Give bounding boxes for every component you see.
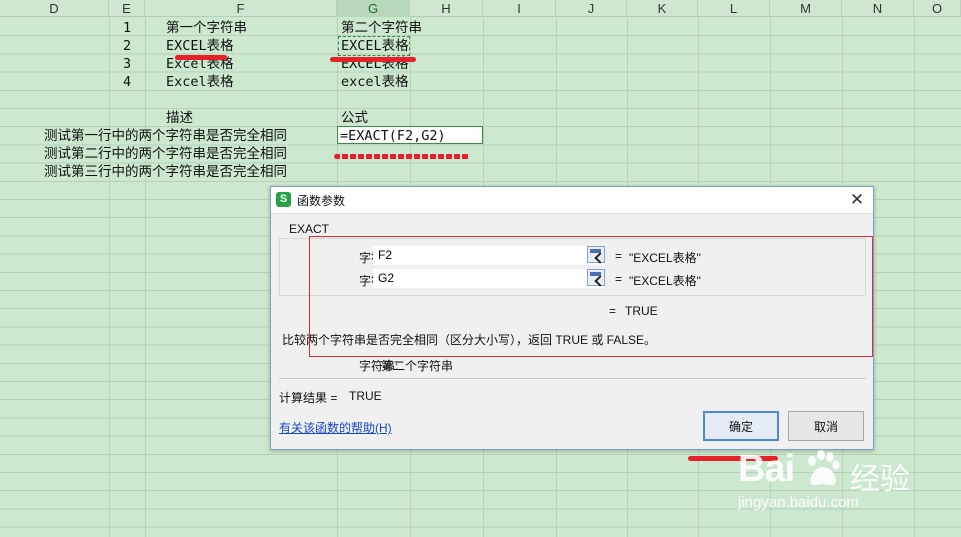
column-header-i[interactable]: I [483,0,556,17]
cell-desc-header[interactable]: 描述 [166,109,193,127]
cell-string1[interactable]: Excel表格 [166,73,234,91]
cell-index[interactable]: 4 [123,73,131,91]
grid-line [109,18,110,537]
calc-result-value: TRUE [349,389,382,403]
cell-description[interactable]: 测试第二行中的两个字符串是否完全相同 [44,145,287,163]
column-header-j[interactable]: J [556,0,627,17]
paw-icon [808,450,840,486]
annotation-underline [334,154,470,159]
cell-description[interactable]: 测试第三行中的两个字符串是否完全相同 [44,163,287,181]
cell-string2[interactable]: EXCEL表格 [341,37,409,55]
wps-app-icon: S [276,192,291,207]
column-header-g[interactable]: G [337,0,410,17]
cell-string2[interactable]: 第二个字符串 [341,19,422,37]
column-header-f[interactable]: F [145,0,337,17]
watermark-brand: Bai [738,448,795,490]
column-header-m[interactable]: M [770,0,842,17]
column-header-d[interactable]: D [0,0,109,17]
column-header-bar: D E F G H I J K L M N O [0,0,961,17]
dialog-title: 函数参数 [297,194,346,208]
function-name: EXACT [289,222,330,236]
column-header-e[interactable]: E [109,0,145,17]
cell-string1[interactable]: 第一个字符串 [166,19,247,37]
column-header-l[interactable]: L [698,0,770,17]
calc-result-label: 计算结果 = [279,391,338,405]
cell-index[interactable]: 2 [123,37,131,55]
active-cell-formula: =EXACT(F2,G2) [340,128,446,144]
watermark-url: jingyan.baidu.com [738,494,859,511]
annotation-underline [175,55,227,60]
cell-formula-header[interactable]: 公式 [341,109,368,127]
annotation-box [309,236,873,357]
grid-line [145,18,146,537]
divider [279,378,866,379]
cell-string1[interactable]: EXCEL表格 [166,37,234,55]
function-help-link[interactable]: 有关该函数的帮助(H) [279,419,392,436]
cell-index[interactable]: 1 [123,19,131,37]
column-header-o[interactable]: O [914,0,961,17]
column-header-n[interactable]: N [842,0,914,17]
dialog-titlebar[interactable]: S 函数参数 ✕ [271,187,873,214]
param-description: 第二个字符串 [381,359,454,373]
cell-description[interactable]: 测试第一行中的两个字符串是否完全相同 [44,127,287,145]
baidu-watermark: Bai 经验 jingyan.baidu.com [730,448,950,520]
cancel-button[interactable]: 取消 [788,411,864,441]
cell-index[interactable]: 3 [123,55,131,73]
annotation-underline [330,57,416,62]
close-icon[interactable]: ✕ [847,190,867,210]
column-header-h[interactable]: H [410,0,483,17]
watermark-brand-cn: 经验 [850,462,910,497]
ok-button[interactable]: 确定 [703,411,779,441]
column-header-k[interactable]: K [627,0,698,17]
cell-string2[interactable]: excel表格 [341,73,409,91]
